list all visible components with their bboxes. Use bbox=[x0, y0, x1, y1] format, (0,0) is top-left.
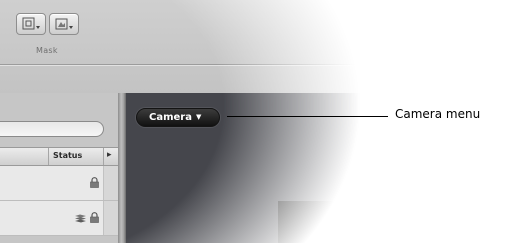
row-cap bbox=[104, 201, 118, 235]
callout-label: Camera menu bbox=[395, 107, 481, 121]
layer-row[interactable] bbox=[0, 201, 118, 236]
layers-table-header: Status ▸ bbox=[0, 147, 118, 166]
search-field[interactable] bbox=[0, 121, 104, 137]
screenshot: Mask Status ▸ Camera ▼ bbox=[0, 0, 362, 243]
toolbar-divider-highlight bbox=[0, 65, 362, 66]
mask-label: Mask bbox=[36, 46, 58, 55]
chevron-right-icon[interactable]: ▸ bbox=[107, 150, 112, 160]
mask-rectangle-icon bbox=[22, 17, 40, 30]
row-cap bbox=[104, 166, 118, 200]
status-column-header[interactable]: Status bbox=[53, 151, 82, 160]
layer-row[interactable] bbox=[0, 166, 118, 201]
lock-icon[interactable] bbox=[90, 177, 99, 188]
mask-shape-button[interactable] bbox=[49, 13, 79, 35]
mask-rectangle-button[interactable] bbox=[16, 13, 46, 35]
camera-menu-label: Camera bbox=[149, 112, 192, 123]
triangle-down-icon: ▼ bbox=[195, 113, 202, 121]
column-separator bbox=[48, 148, 49, 165]
mask-shape-icon bbox=[55, 18, 73, 30]
canvas-object bbox=[278, 201, 362, 243]
layers-panel: Status ▸ bbox=[0, 93, 118, 243]
panel-splitter[interactable] bbox=[118, 93, 126, 243]
callout-line bbox=[227, 116, 388, 117]
toolbar: Mask bbox=[0, 0, 362, 93]
column-separator bbox=[103, 148, 104, 165]
camera-menu-button[interactable]: Camera ▼ bbox=[136, 108, 220, 127]
lock-icon[interactable] bbox=[90, 212, 99, 223]
layers-icon bbox=[75, 214, 86, 223]
